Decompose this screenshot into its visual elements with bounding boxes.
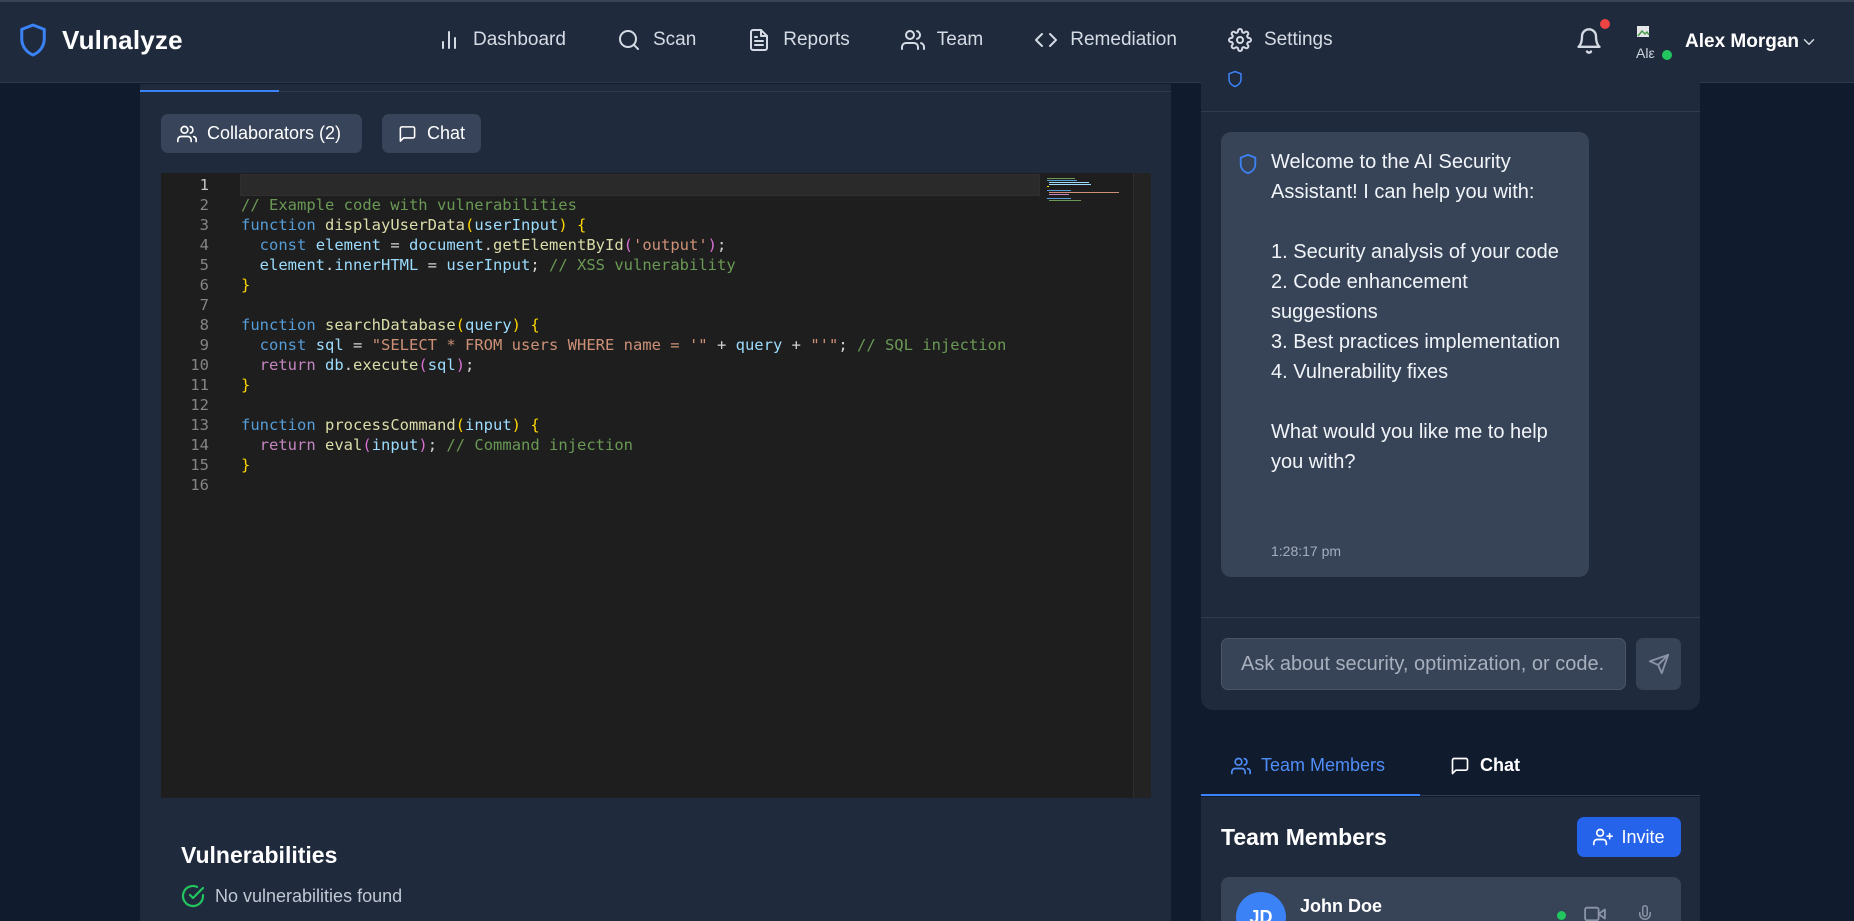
tab-chat-label: Chat bbox=[1480, 755, 1520, 775]
member-online-dot bbox=[1557, 911, 1566, 920]
nav-reports-label: Reports bbox=[783, 29, 850, 50]
video-icon[interactable] bbox=[1584, 905, 1606, 921]
ai-header-divider bbox=[1201, 111, 1700, 112]
message-square-icon bbox=[399, 125, 416, 142]
gear-icon bbox=[1227, 28, 1252, 52]
code-text: } bbox=[241, 276, 251, 294]
nav-settings[interactable]: Settings bbox=[1227, 28, 1333, 52]
invite-label: Invite bbox=[1621, 826, 1665, 847]
collaborators-button[interactable]: Collaborators (2) bbox=[161, 114, 362, 153]
member-name: John Doe bbox=[1300, 896, 1383, 916]
bell-icon[interactable] bbox=[1575, 27, 1603, 55]
broken-image-icon bbox=[1637, 26, 1650, 37]
nav-scan-label: Scan bbox=[652, 29, 697, 50]
user-name[interactable]: Alex Morgan bbox=[1685, 31, 1799, 53]
file-text-icon bbox=[750, 29, 769, 51]
nav-dashboard[interactable]: Dashboard bbox=[437, 28, 566, 52]
assistant-message-text: Welcome to the AI Security Assistant! I … bbox=[1271, 151, 1561, 473]
vulnerabilities-status: No vulnerabilities found bbox=[181, 884, 402, 908]
code-icon bbox=[1035, 33, 1058, 47]
editor-scrollbar[interactable] bbox=[1133, 173, 1151, 798]
vulnerabilities-status-text: No vulnerabilities found bbox=[215, 885, 403, 906]
nav-remediation[interactable]: Remediation bbox=[1034, 28, 1177, 52]
code-editor[interactable]: 1 2// Example code with vulnerabilities … bbox=[161, 173, 1151, 798]
team-member-card[interactable] bbox=[1221, 877, 1681, 921]
active-tab-indicator bbox=[140, 90, 279, 92]
online-status-dot bbox=[1662, 50, 1672, 60]
nav-scan[interactable]: Scan bbox=[617, 28, 696, 52]
nav-settings-label: Settings bbox=[1263, 29, 1333, 50]
input-divider bbox=[1201, 617, 1700, 618]
code-text: } bbox=[241, 376, 251, 394]
check-circle-icon bbox=[181, 884, 205, 908]
tabs-divider bbox=[140, 91, 1171, 92]
invite-button[interactable]: Invite bbox=[1577, 817, 1681, 857]
code-text: element.innerHTML = userInput; // XSS vu… bbox=[259, 256, 736, 274]
bar-chart-icon bbox=[442, 31, 456, 49]
tab-team-members-label: Team Members bbox=[1261, 755, 1386, 775]
nav-dashboard-label: Dashboard bbox=[473, 29, 566, 50]
shield-icon bbox=[1239, 153, 1257, 175]
chat-label: Chat bbox=[426, 123, 465, 143]
send-icon bbox=[1648, 653, 1669, 675]
shield-logo-icon bbox=[20, 23, 46, 57]
chevron-down-icon[interactable] bbox=[1800, 33, 1818, 51]
microphone-icon[interactable] bbox=[1636, 904, 1654, 921]
vulnerabilities-title: Vulnerabilities bbox=[181, 842, 338, 868]
code-text: } bbox=[241, 456, 251, 474]
users-icon bbox=[177, 125, 197, 142]
brand[interactable]: Vulnalyze bbox=[18, 22, 183, 58]
line-number: 16 bbox=[190, 476, 209, 494]
tab-team-members[interactable]: Team Members bbox=[1231, 755, 1385, 776]
send-button[interactable] bbox=[1636, 638, 1681, 690]
nav-team[interactable]: Team bbox=[900, 28, 984, 52]
main-nav: Dashboard Scan Reports Team Remediation … bbox=[437, 28, 1384, 52]
message-timestamp: 1:28:17 pm bbox=[1271, 543, 1342, 559]
search-icon bbox=[618, 30, 639, 50]
active-team-tab-indicator bbox=[1201, 794, 1420, 796]
code-text: return eval(input); // Command injection bbox=[259, 436, 634, 454]
nav-reports[interactable]: Reports bbox=[747, 28, 850, 52]
users-icon bbox=[1231, 757, 1251, 774]
minimap[interactable] bbox=[1039, 175, 1129, 205]
user-plus-icon bbox=[1593, 828, 1614, 846]
message-square-icon bbox=[1451, 757, 1469, 774]
code-text: return db.execute(sql); bbox=[259, 356, 475, 374]
tab-chat[interactable]: Chat bbox=[1450, 755, 1520, 776]
shield-icon bbox=[1228, 70, 1242, 88]
team-members-title: Team Members bbox=[1221, 824, 1387, 850]
chat-button[interactable]: Chat bbox=[382, 114, 481, 153]
nav-team-label: Team bbox=[936, 29, 984, 50]
notification-dot bbox=[1600, 19, 1610, 29]
users-icon bbox=[900, 30, 925, 50]
app-name: Vulnalyze bbox=[62, 24, 183, 55]
nav-remediation-label: Remediation bbox=[1070, 29, 1177, 50]
collaborators-label: Collaborators (2) bbox=[207, 123, 342, 143]
assistant-input[interactable] bbox=[1221, 638, 1626, 690]
